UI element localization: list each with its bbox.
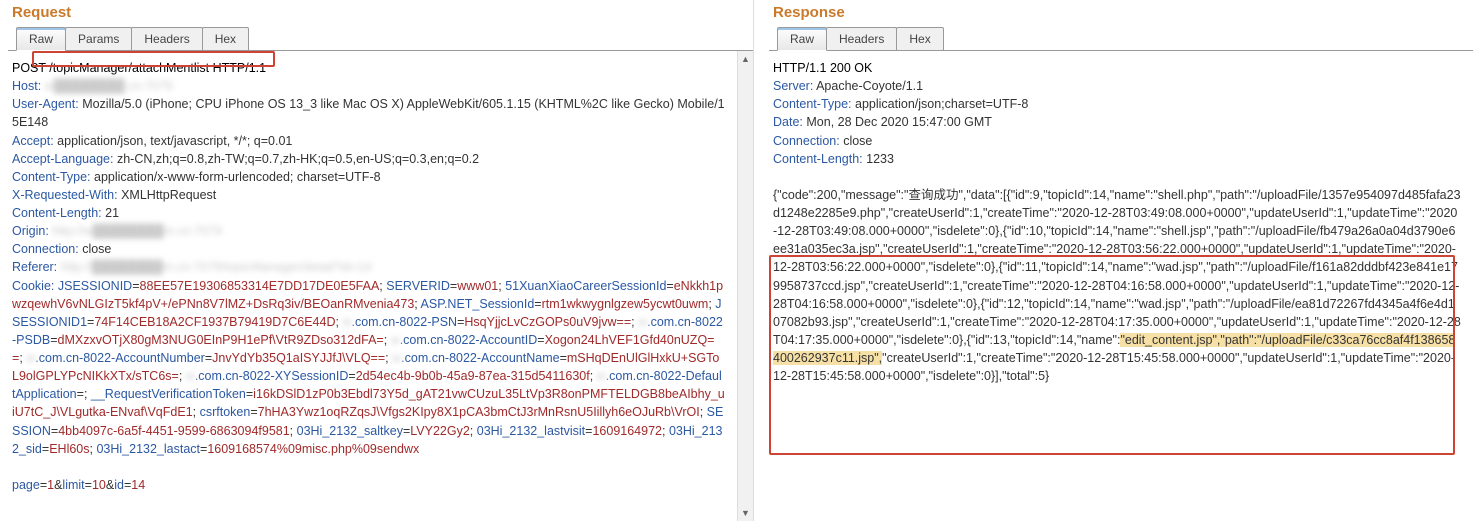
hdr-ua-label: User-Agent: [12, 97, 79, 111]
panel-divider[interactable] [753, 0, 761, 521]
status-line: HTTP/1.1 200 OK [773, 61, 872, 75]
resp-server-label: Server: [773, 79, 813, 93]
cookie-key: JSESSIONID [58, 279, 132, 293]
resp-server-value: Apache-Coyote/1.1 [816, 79, 923, 93]
cookie-val: JnvYdYb35Q1aISYJJfJ\VLQ== [212, 351, 385, 365]
hdr-origin-value-blurred: http://w████████m.cn:7079 [52, 222, 222, 240]
form-val: 14 [131, 478, 145, 492]
form-key: id [114, 478, 124, 492]
cookie-key: __RequestVerificationToken [91, 387, 246, 401]
cookie-key: SERVERID [386, 279, 450, 293]
cookie-key: csrftoken [200, 405, 251, 419]
request-form-body: page=1&limit=10&id=14 [12, 478, 145, 492]
response-body[interactable]: HTTP/1.1 200 OK Server: Apache-Coyote/1.… [769, 51, 1473, 521]
cookie-val: rtm1wkwygnlgzew5ycwt0uwm [542, 297, 709, 311]
resp-date-value: Mon, 28 Dec 2020 15:47:00 GMT [806, 115, 992, 129]
hdr-conn-label: Connection: [12, 242, 79, 256]
tab-headers[interactable]: Headers [131, 27, 202, 51]
hdr-conn-value: close [82, 242, 111, 256]
scroll-up-icon[interactable]: ▲ [738, 51, 754, 67]
cookie-val: EHl60s [49, 442, 89, 456]
request-body[interactable]: POST /topicManager/attachMentlist HTTP/1… [8, 51, 737, 521]
form-key: page [12, 478, 40, 492]
resp-cl-label: Content-Length: [773, 152, 863, 166]
highlight-box-response [769, 255, 1455, 455]
hdr-cl-label: Content-Length: [12, 206, 102, 220]
request-tabs: Raw Params Headers Hex [8, 27, 753, 51]
cookie-key: w .com.cn-8022-AccountNumber [26, 351, 205, 365]
hdr-host-label: Host: [12, 79, 41, 93]
cookie-val: 2d54ec4b-9b0b-45a9-87ea-315d5411630f [356, 369, 590, 383]
request-scrollbar[interactable]: ▲ ▼ [737, 51, 753, 521]
hdr-al-label: Accept-Language: [12, 152, 113, 166]
hdr-referer-label: Referer: [12, 260, 57, 274]
highlight-box-request-line [32, 51, 275, 67]
resp-ct-value: application/json;charset=UTF-8 [855, 97, 1028, 111]
tab-raw[interactable]: Raw [16, 27, 66, 51]
resp-conn-value: close [843, 134, 872, 148]
cookie-val: LVY22Gy2 [410, 424, 470, 438]
resp-cl-value: 1233 [866, 152, 894, 166]
cookie-val: 74F14CEB18A2CF1937B79419D7C6E44D [94, 315, 335, 329]
cookie-key: 03Hi_2132_saltkey [297, 424, 403, 438]
tab-hex-resp[interactable]: Hex [896, 27, 943, 51]
tab-raw-resp[interactable]: Raw [777, 27, 827, 51]
scroll-down-icon[interactable]: ▼ [738, 505, 754, 521]
cookie-val: HsqYjjcLvCzGOPs0uV9jvw== [464, 315, 631, 329]
hdr-xrw-value: XMLHttpRequest [121, 188, 216, 202]
cookie-val: 1609164972 [592, 424, 662, 438]
resp-ct-label: Content-Type: [773, 97, 852, 111]
hdr-al-value: zh-CN,zh;q=0.8,zh-TW;q=0.7,zh-HK;q=0.5,e… [117, 152, 479, 166]
hdr-host-value-blurred: w████████.cn:7079 [45, 77, 173, 95]
response-title: Response [769, 4, 1473, 27]
hdr-origin-label: Origin: [12, 224, 49, 238]
hdr-xrw-label: X-Requested-With: [12, 188, 118, 202]
cookie-key: w .com.cn-8022-AccountID [391, 333, 538, 347]
response-tabs: Raw Headers Hex [769, 27, 1473, 51]
tab-params[interactable]: Params [65, 27, 132, 51]
cookie-key: w .com.cn-8022-PSN [342, 315, 457, 329]
hdr-referer-value-blurred: http://████████m.cn:7079/topicManager/de… [61, 258, 372, 276]
cookie-val: www01 [457, 279, 498, 293]
hdr-accept-label: Accept: [12, 134, 54, 148]
cookie-val: dMXzxvOTjX80gM3NUG0EInP9H1ePf\VtR9ZDso31… [58, 333, 384, 347]
cookie-key: 03Hi_2132_lastact [96, 442, 200, 456]
cookie-val: 1609168574%09misc.php%09sendwx [207, 442, 419, 456]
cookie-key: 03Hi_2132_lastvisit [477, 424, 585, 438]
cookie-key: w .com.cn-8022-AccountName [392, 351, 559, 365]
cookie-val: 4bb4097c-6a5f-4451-9599-6863094f9581 [58, 424, 289, 438]
request-panel: Request Raw Params Headers Hex POST /top… [0, 0, 753, 521]
cookie-key: 51XuanXiaoCareerSessionId [505, 279, 666, 293]
form-key: limit [62, 478, 84, 492]
resp-conn-label: Connection: [773, 134, 840, 148]
resp-date-label: Date: [773, 115, 803, 129]
form-val: 10 [92, 478, 106, 492]
cookie-val: 7hHA3Ywz1oqRZqsJ\Vfgs2KIpy8X1pCA3bmCtJ3r… [258, 405, 700, 419]
hdr-ua-value: Mozilla/5.0 (iPhone; CPU iPhone OS 13_3 … [12, 97, 725, 129]
hdr-accept-value: application/json, text/javascript, */*; … [57, 134, 292, 148]
response-panel: Response Raw Headers Hex HTTP/1.1 200 OK… [761, 0, 1473, 521]
hdr-ct-label: Content-Type: [12, 170, 91, 184]
cookie-val: 88EE57E19306853314E7DD17DE0E5FAA [140, 279, 380, 293]
cookie-key: ASP.NET_SessionId [421, 297, 535, 311]
cookie-list: JSESSIONID=88EE57E19306853314E7DD17DE0E5… [12, 279, 725, 456]
request-title: Request [8, 4, 753, 27]
hdr-cookie-label: Cookie: [12, 279, 54, 293]
tab-headers-resp[interactable]: Headers [826, 27, 897, 51]
hdr-ct-value: application/x-www-form-urlencoded; chars… [94, 170, 381, 184]
hdr-cl-value: 21 [105, 206, 119, 220]
cookie-key: w .com.cn-8022-XYSessionID [186, 369, 349, 383]
tab-hex[interactable]: Hex [202, 27, 249, 51]
